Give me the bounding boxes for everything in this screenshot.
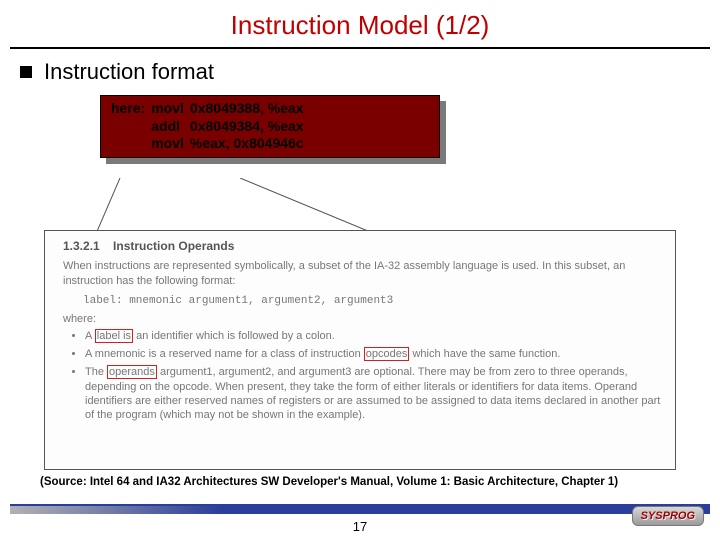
slide: Instruction Model (1/2) Instruction form… (0, 0, 720, 540)
source-citation: (Source: Intel 64 and IA32 Architectures… (40, 476, 618, 488)
highlight-box: opcodes (364, 347, 410, 361)
code-table: here: movl 0x8049388, %eax addl 0x804938… (111, 100, 310, 153)
excerpt-list: A label is an identifier which is follow… (85, 329, 663, 423)
excerpt-where: where: (63, 313, 663, 325)
code-box: here: movl 0x8049388, %eax addl 0x804938… (100, 95, 440, 158)
page-number: 17 (0, 519, 720, 534)
code-args: %eax, 0x804946c (190, 135, 310, 153)
sysprog-logo: SYSPROG (632, 506, 704, 526)
bullet-icon (20, 66, 32, 78)
excerpt-para: When instructions are represented symbol… (63, 259, 663, 289)
heading-text: Instruction Operands (113, 239, 234, 253)
title-underline (10, 47, 710, 49)
footer-bar (10, 506, 710, 514)
code-mnemonic: addl (151, 118, 190, 136)
bullet-row: Instruction format (20, 59, 720, 85)
code-label: here: (111, 100, 151, 118)
list-item: A label is an identifier which is follow… (85, 329, 663, 343)
code-args: 0x8049388, %eax (190, 100, 310, 118)
code-args: 0x8049384, %eax (190, 118, 310, 136)
list-item: The operands argument1, argument2, and a… (85, 365, 663, 422)
code-row: movl %eax, 0x804946c (111, 135, 310, 153)
heading-number: 1.3.2.1 (63, 239, 100, 253)
code-callout: here: movl 0x8049388, %eax addl 0x804938… (100, 95, 440, 158)
code-mnemonic: movl (151, 100, 190, 118)
slide-title: Instruction Model (1/2) (0, 0, 720, 47)
code-row: here: movl 0x8049388, %eax (111, 100, 310, 118)
highlight-box: operands (107, 365, 157, 379)
excerpt-heading: 1.3.2.1 Instruction Operands (63, 239, 663, 253)
excerpt-format: label: mnemonic argument1, argument2, ar… (83, 295, 663, 307)
code-mnemonic: movl (151, 135, 190, 153)
bullet-text: Instruction format (44, 59, 214, 85)
list-item: A mnemonic is a reserved name for a clas… (85, 347, 663, 361)
highlight-box: label is (95, 329, 133, 343)
manual-excerpt: 1.3.2.1 Instruction Operands When instru… (44, 230, 676, 470)
code-row: addl 0x8049384, %eax (111, 118, 310, 136)
